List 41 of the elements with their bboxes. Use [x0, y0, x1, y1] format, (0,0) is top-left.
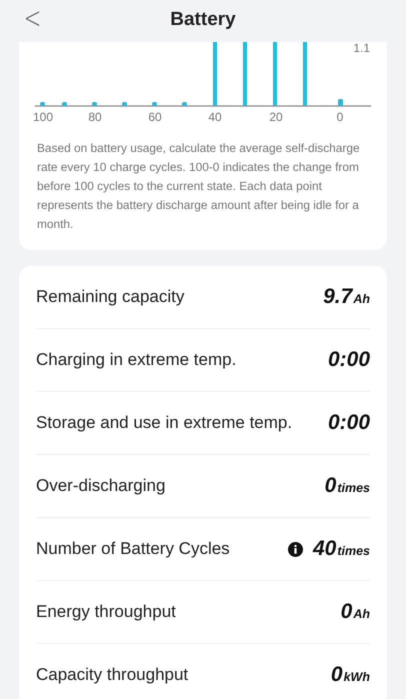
info-icon[interactable]: [288, 542, 303, 556]
axis-label: 60: [148, 110, 162, 124]
axis-label: 40: [208, 110, 222, 124]
chart-point: [92, 102, 97, 106]
chart-description: Based on battery usage, calculate the average self-discharge rate every 10 charge cycles. 100-0 indicates the change from before 100 cycles to the current state. Each data point represents the battery discharge amount after being idle for a month.: [37, 140, 361, 233]
stat-value: 0: [330, 663, 343, 687]
chart-bar: [273, 42, 277, 106]
stat-unit: Ah: [353, 292, 370, 306]
stat-value: 0:00: [328, 411, 370, 435]
axis-label: 1.1: [353, 42, 370, 55]
chart-point: [182, 102, 187, 106]
chart-point: [338, 99, 343, 106]
chart-bar: [303, 42, 307, 106]
stat-value: 0: [340, 600, 352, 624]
axis-label: 80: [88, 110, 102, 124]
stat-label: Charging in extreme temp.: [36, 350, 236, 370]
stat-label: Capacity throughput: [36, 665, 188, 685]
stat-value: 0: [324, 474, 336, 498]
stat-label: Storage and use in extreme temp.: [36, 413, 292, 433]
stat-value: 9.7: [323, 285, 352, 309]
axis-label: 100: [32, 110, 54, 124]
stat-label: Number of Battery Cycles: [36, 539, 230, 559]
stat-label: Remaining capacity: [36, 287, 184, 307]
stat-unit: kWh: [344, 670, 370, 684]
stat-unit: Ah: [353, 607, 370, 621]
chart-point: [122, 102, 127, 106]
chart-point: [152, 102, 157, 106]
stat-value: 0:00: [328, 348, 370, 372]
stat-label: Energy throughput: [36, 602, 176, 622]
axis-label: 20: [269, 110, 283, 124]
stat-unit: times: [337, 544, 370, 558]
page-title: Battery: [170, 9, 236, 31]
axis-label: 0: [336, 110, 344, 124]
chart-bar: [243, 42, 247, 106]
chart-bar: [213, 42, 217, 106]
stat-unit: times: [337, 481, 370, 495]
stat-value: 40: [312, 537, 336, 561]
back-button[interactable]: <: [24, 2, 42, 36]
stat-label: Over-discharging: [36, 476, 166, 496]
chart-point: [62, 102, 67, 106]
chart-point: [40, 102, 45, 106]
